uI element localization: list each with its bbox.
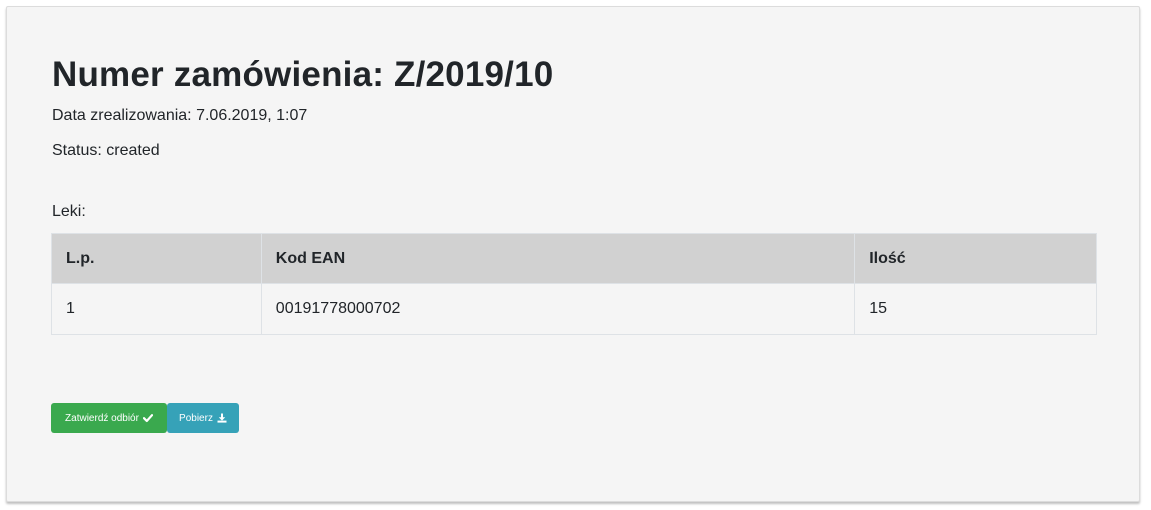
confirm-pickup-label: Zatwierdź odbiór (65, 412, 139, 424)
order-status: Status: created (52, 142, 160, 159)
cell-ean: 00191778000702 (260, 283, 856, 335)
items-table: L.p. Kod EAN Ilość 1 00191778000702 15 (51, 233, 1097, 335)
cell-lp: 1 (51, 283, 262, 335)
table-header-row: L.p. Kod EAN Ilość (51, 233, 1097, 284)
column-header-qty: Ilość (854, 233, 1097, 284)
check-icon (142, 413, 153, 423)
download-label: Pobierz (179, 412, 213, 424)
table-row: 1 00191778000702 15 (51, 283, 1097, 335)
column-header-lp: L.p. (51, 233, 262, 284)
download-icon (217, 413, 227, 423)
order-card: Numer zamówienia: Z/2019/10 Data zrealiz… (6, 6, 1140, 502)
page-title: Numer zamówienia: Z/2019/10 (52, 55, 554, 94)
order-date: Data zrealizowania: 7.06.2019, 1:07 (52, 107, 308, 124)
download-button[interactable]: Pobierz (167, 403, 239, 433)
column-header-ean: Kod EAN (260, 233, 856, 284)
cell-qty: 15 (854, 283, 1097, 335)
confirm-pickup-button[interactable]: Zatwierdź odbiór (51, 403, 167, 433)
items-label: Leki: (52, 203, 86, 220)
